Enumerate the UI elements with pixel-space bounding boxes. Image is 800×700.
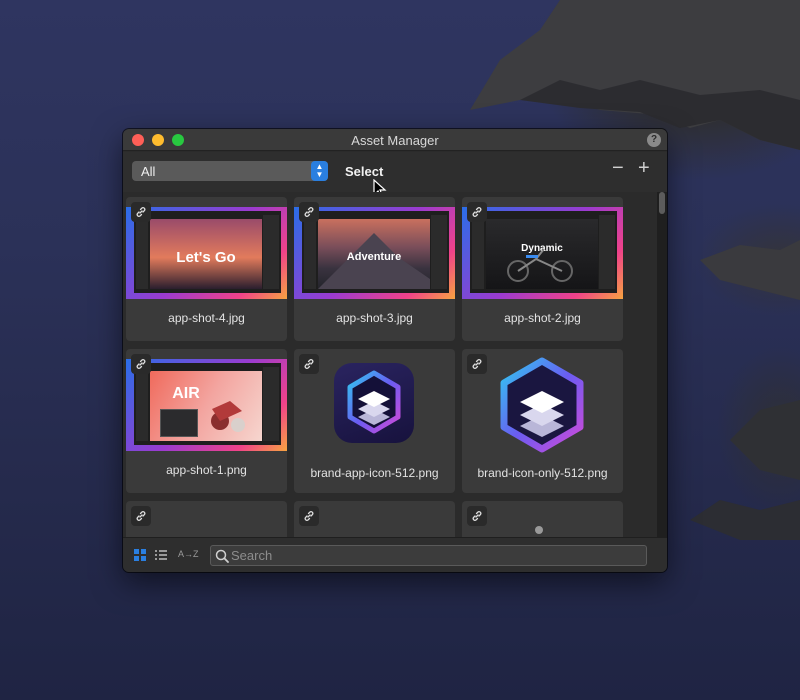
link-icon	[299, 354, 319, 374]
help-button[interactable]: ?	[647, 133, 661, 147]
asset-tile[interactable]	[462, 501, 623, 537]
zoom-out-button[interactable]: −	[612, 158, 624, 178]
sort-az-button[interactable]: A→Z	[178, 549, 199, 559]
filter-dropdown[interactable]: All ▲ ▼	[132, 161, 328, 181]
asset-manager-window: Asset Manager ? All ▲ ▼ Select − + Let's…	[123, 129, 667, 572]
title-bar[interactable]: Asset Manager ?	[123, 129, 667, 151]
brand-app-icon-thumbnail	[334, 363, 414, 443]
asset-tile[interactable]	[126, 501, 287, 537]
link-icon	[131, 354, 151, 374]
window-title: Asset Manager	[351, 133, 439, 148]
link-icon	[299, 506, 319, 526]
asset-tile[interactable]: Adventure app-shot-3.jpg	[294, 197, 455, 341]
search-icon	[215, 549, 229, 563]
select-button[interactable]: Select	[345, 164, 383, 179]
zoom-in-button[interactable]: +	[638, 158, 650, 178]
asset-filename: app-shot-4.jpg	[168, 311, 245, 325]
grid-view-icon[interactable]	[134, 549, 146, 561]
asset-filename: app-shot-1.png	[166, 463, 247, 477]
asset-tile[interactable]: Dynamic app-shot-2.jpg	[462, 197, 623, 341]
asset-tile[interactable]: brand-icon-only-512.png	[462, 349, 623, 493]
link-icon	[467, 354, 487, 374]
link-icon	[467, 202, 487, 222]
brand-icon-only-thumbnail	[500, 357, 584, 453]
asset-thumbnail: Let's Go	[126, 207, 287, 299]
list-view-icon[interactable]	[155, 549, 167, 561]
asset-filename: brand-app-icon-512.png	[310, 466, 439, 480]
asset-tile[interactable]	[294, 501, 455, 537]
bottom-bar: A→Z	[123, 537, 667, 572]
link-icon	[131, 202, 151, 222]
asset-filename: app-shot-2.jpg	[504, 311, 581, 325]
toolbar: All ▲ ▼ Select − +	[123, 152, 667, 199]
link-icon	[467, 506, 487, 526]
asset-filename: brand-icon-only-512.png	[477, 466, 608, 480]
chevron-updown-icon: ▲ ▼	[311, 161, 328, 181]
asset-grid-area: Let's Go app-shot-4.jpg Adventure app-sh…	[123, 192, 667, 537]
preview-text: Adventure	[346, 251, 402, 263]
link-icon	[131, 506, 151, 526]
asset-thumbnail: AIR	[126, 359, 287, 451]
scrollbar-thumb[interactable]	[659, 192, 665, 214]
asset-thumbnail: Adventure	[294, 207, 455, 299]
asset-filename: app-shot-3.jpg	[336, 311, 413, 325]
preview-text: Let's Go	[176, 249, 236, 266]
asset-tile[interactable]: Let's Go app-shot-4.jpg	[126, 197, 287, 341]
asset-tile[interactable]: brand-app-icon-512.png	[294, 349, 455, 493]
asset-tile[interactable]: AIR app-shot-1.png	[126, 349, 287, 493]
link-icon	[299, 202, 319, 222]
search-input[interactable]	[231, 547, 631, 564]
search-field[interactable]	[210, 545, 647, 566]
vertical-scrollbar[interactable]	[657, 192, 667, 537]
asset-thumbnail: Dynamic	[462, 207, 623, 299]
filter-value: All	[141, 164, 156, 179]
